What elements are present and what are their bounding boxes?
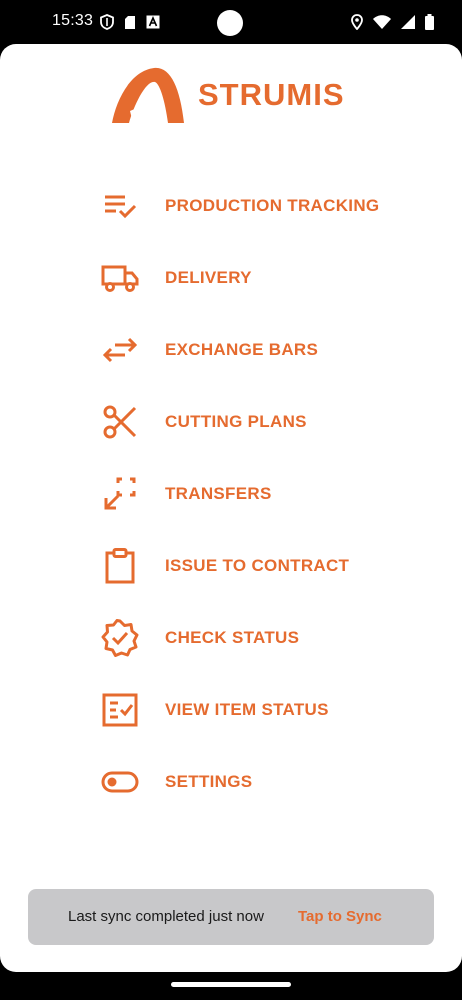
transfer-icon — [100, 474, 140, 514]
main-menu: PRODUCTION TRACKING DELIVERY EXCHANGE BA… — [100, 170, 440, 818]
wifi-icon — [373, 15, 391, 29]
checklist-icon — [100, 186, 140, 226]
signal-icon — [401, 15, 415, 29]
menu-item-exchange-bars[interactable]: EXCHANGE BARS — [100, 314, 440, 386]
gesture-nav-bar — [0, 972, 462, 1000]
scissors-icon — [100, 402, 140, 442]
clipboard-icon — [100, 546, 140, 586]
status-right-icons — [351, 12, 434, 32]
strumis-logo-icon — [112, 67, 184, 123]
status-left-icons — [100, 12, 160, 32]
menu-item-delivery[interactable]: DELIVERY — [100, 242, 440, 314]
menu-item-transfers[interactable]: TRANSFERS — [100, 458, 440, 530]
menu-item-label: DELIVERY — [165, 268, 252, 287]
menu-item-view-item-status[interactable]: VIEW ITEM STATUS — [100, 674, 440, 746]
menu-item-production-tracking[interactable]: PRODUCTION TRACKING — [100, 170, 440, 242]
menu-item-label: CUTTING PLANS — [165, 412, 307, 431]
menu-item-cutting-plans[interactable]: CUTTING PLANS — [100, 386, 440, 458]
brand-name: STRUMIS — [198, 77, 345, 112]
strumis-logo: STRUMIS — [110, 64, 345, 126]
list-check-icon — [100, 690, 140, 730]
menu-item-label: ISSUE TO CONTRACT — [165, 556, 350, 575]
menu-item-label: SETTINGS — [165, 772, 253, 791]
front-camera — [217, 10, 243, 36]
app-screen: STRUMIS PRODUCTION TRACKING DELIVERY EXC… — [0, 44, 462, 972]
menu-item-label: PRODUCTION TRACKING — [165, 196, 380, 215]
verified-badge-icon — [100, 618, 140, 658]
sd-card-icon — [125, 15, 135, 29]
menu-item-settings[interactable]: SETTINGS — [100, 746, 440, 818]
status-time: 15:33 — [52, 12, 94, 29]
battery-icon — [425, 14, 434, 30]
sync-message: Last sync completed just now — [68, 908, 264, 925]
font-a-icon — [146, 15, 160, 29]
swap-arrows-icon — [100, 330, 140, 370]
home-indicator[interactable] — [171, 982, 291, 987]
shield-icon — [100, 14, 114, 30]
menu-item-check-status[interactable]: CHECK STATUS — [100, 602, 440, 674]
menu-item-label: CHECK STATUS — [165, 628, 300, 647]
phone-frame: 15:33 STRUMIS PRODUCTION TRACKING DELIVE… — [0, 0, 462, 1000]
location-icon — [351, 14, 363, 30]
status-bar: 15:33 — [0, 0, 462, 44]
sync-snackbar: Last sync completed just now Tap to Sync — [28, 889, 434, 945]
menu-item-label: VIEW ITEM STATUS — [165, 700, 329, 719]
menu-item-label: EXCHANGE BARS — [165, 340, 319, 359]
truck-icon — [100, 258, 140, 298]
menu-item-label: TRANSFERS — [165, 484, 272, 503]
menu-item-issue-to-contract[interactable]: ISSUE TO CONTRACT — [100, 530, 440, 602]
tap-to-sync-button[interactable]: Tap to Sync — [298, 908, 382, 925]
toggle-icon — [100, 762, 140, 802]
